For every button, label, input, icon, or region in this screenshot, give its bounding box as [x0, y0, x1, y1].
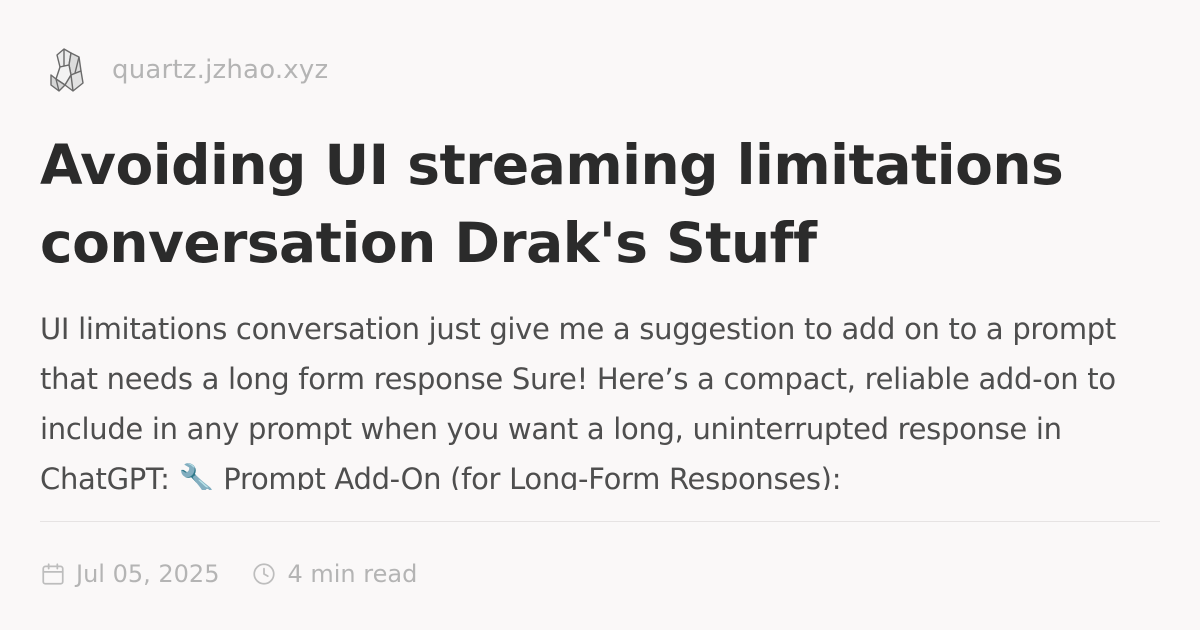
calendar-icon: [40, 561, 66, 587]
article-summary: UI limitations conversation just give me…: [40, 312, 1116, 490]
publish-date: Jul 05, 2025: [40, 560, 219, 588]
publish-date-text: Jul 05, 2025: [76, 560, 220, 588]
crystal-logo-icon: [46, 44, 88, 96]
og-card: quartz.jzhao.xyz Avoiding UI streaming l…: [0, 0, 1200, 630]
article-meta: Jul 05, 2025 4 min read: [40, 556, 417, 592]
reading-time: 4 min read: [251, 560, 417, 588]
clock-icon: [251, 561, 277, 587]
article-title: Avoiding UI streaming limitations conver…: [40, 133, 1064, 275]
reading-time-text: 4 min read: [287, 560, 418, 588]
site-header: quartz.jzhao.xyz: [46, 40, 328, 100]
site-name[interactable]: quartz.jzhao.xyz: [112, 55, 328, 85]
divider: [40, 521, 1160, 522]
